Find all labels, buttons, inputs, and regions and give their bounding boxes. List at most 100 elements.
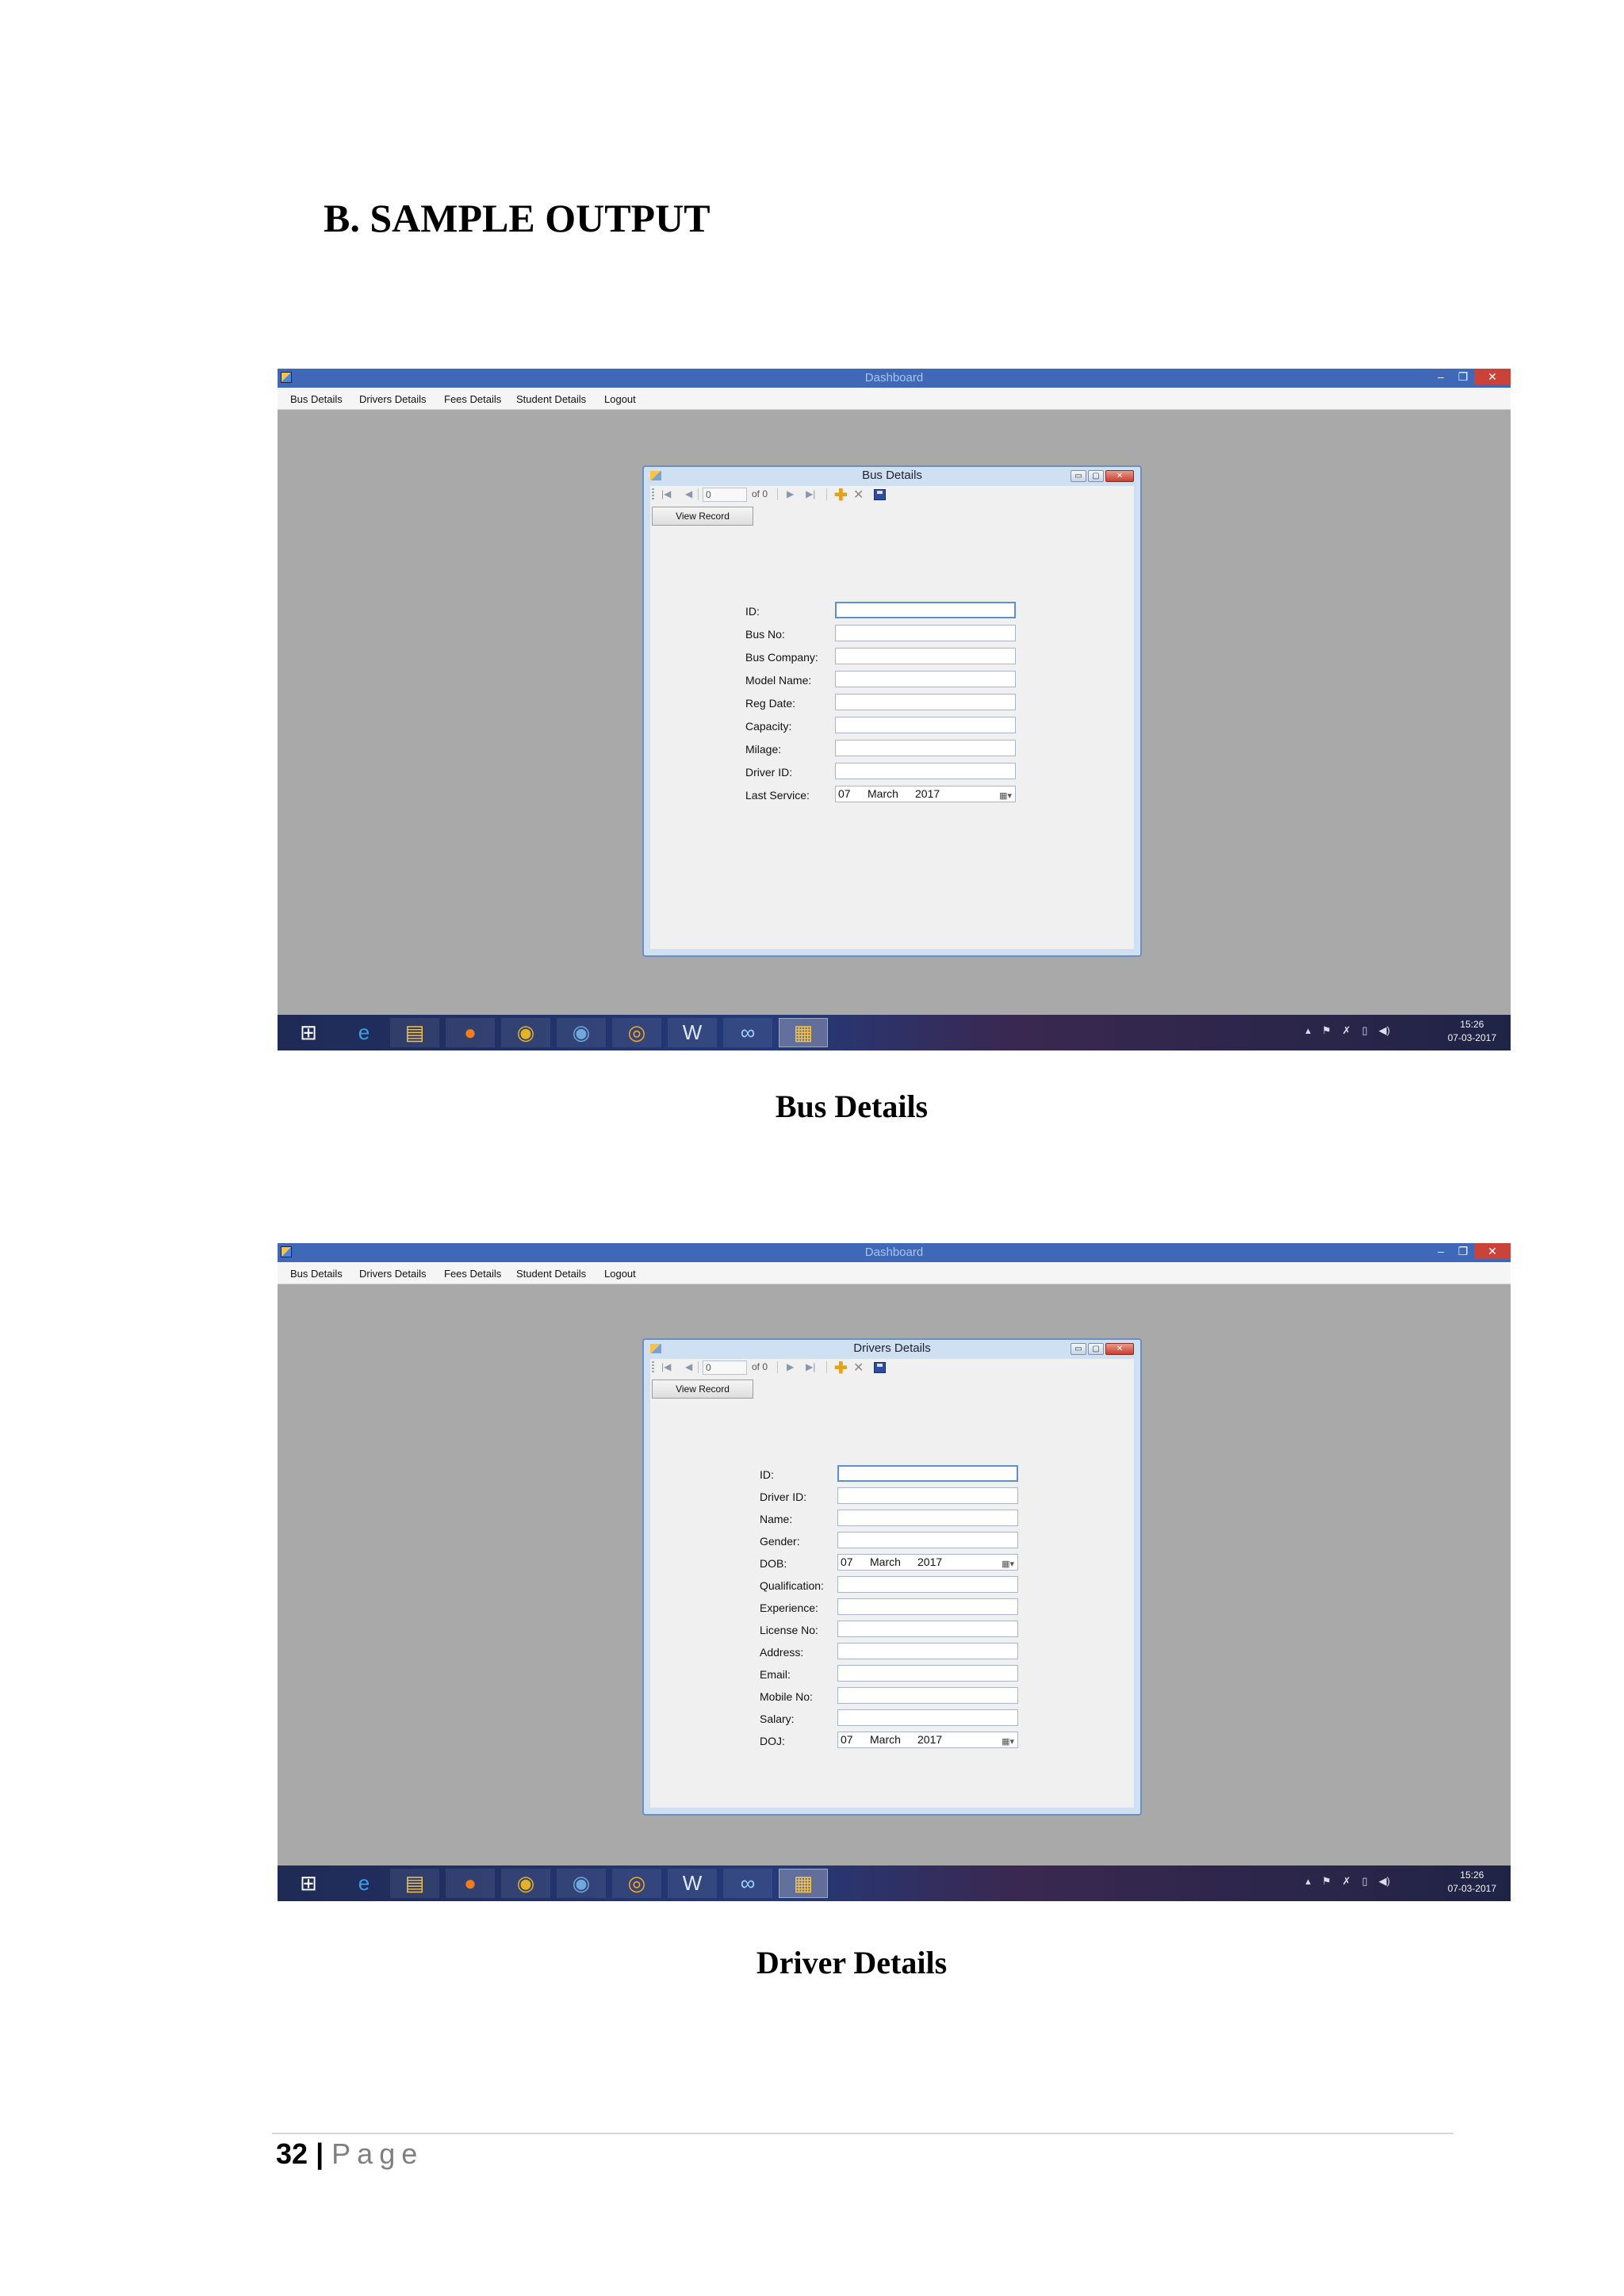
restore-button[interactable]: ❐ xyxy=(1452,1243,1474,1259)
internet-explorer-icon[interactable]: e xyxy=(339,1869,389,1898)
view-record-button[interactable]: View Record xyxy=(652,507,753,526)
browser-icon[interactable]: ◎ xyxy=(612,1018,661,1047)
save-icon[interactable] xyxy=(874,489,886,500)
menu-bus-details[interactable]: Bus Details xyxy=(290,1268,343,1280)
move-next-icon[interactable]: ▶ xyxy=(787,488,794,499)
dialog-maximize-button[interactable]: ▢ xyxy=(1088,470,1104,482)
action-center-icon[interactable]: ⚑ xyxy=(1322,1875,1331,1888)
view-record-button[interactable]: View Record xyxy=(652,1380,753,1399)
move-previous-icon[interactable]: ◀ xyxy=(685,488,692,499)
id-field[interactable] xyxy=(835,602,1016,618)
minimize-button[interactable]: – xyxy=(1430,1243,1452,1259)
battery-icon[interactable]: ▯ xyxy=(1362,1024,1368,1037)
reg-date-field[interactable] xyxy=(835,694,1016,710)
internet-explorer-icon[interactable]: e xyxy=(339,1018,389,1047)
taskbar-clock[interactable]: 15:26 07-03-2017 xyxy=(1448,1018,1496,1045)
qualification-field[interactable] xyxy=(837,1576,1018,1593)
menu-logout[interactable]: Logout xyxy=(604,393,636,405)
address-field[interactable] xyxy=(837,1643,1018,1659)
app-taskbar-icon[interactable]: ▦ xyxy=(779,1869,828,1898)
salary-field[interactable] xyxy=(837,1709,1018,1726)
move-first-icon[interactable]: |◀ xyxy=(661,488,671,499)
doj-datepicker[interactable]: 07 March 2017 ▦▾ xyxy=(837,1732,1018,1748)
chrome-icon[interactable]: ◉ xyxy=(501,1869,550,1898)
calendar-dropdown-icon[interactable]: ▦▾ xyxy=(999,789,1012,804)
close-button[interactable]: ✕ xyxy=(1474,1243,1511,1259)
menu-drivers-details[interactable]: Drivers Details xyxy=(359,393,427,405)
file-explorer-icon[interactable]: ▤ xyxy=(390,1869,439,1898)
windows-start-icon[interactable]: ⊞ xyxy=(284,1869,333,1898)
action-center-icon[interactable]: ⚑ xyxy=(1322,1024,1331,1037)
delete-icon[interactable]: ✕ xyxy=(853,487,864,503)
visual-studio-icon[interactable]: ∞ xyxy=(723,1869,772,1898)
last-service-datepicker[interactable]: 07 March 2017 ▦▾ xyxy=(835,786,1016,802)
menu-fees-details[interactable]: Fees Details xyxy=(444,1268,501,1280)
dob-datepicker[interactable]: 07 March 2017 ▦▾ xyxy=(837,1554,1018,1571)
visual-studio-icon[interactable]: ∞ xyxy=(723,1018,772,1047)
position-input[interactable]: 0 xyxy=(703,488,747,502)
dialog-minimize-button[interactable]: ▭ xyxy=(1071,470,1086,482)
capacity-field[interactable] xyxy=(835,717,1016,733)
browser-icon[interactable]: ◎ xyxy=(612,1869,661,1898)
firefox-icon[interactable]: ● xyxy=(446,1018,495,1047)
app-taskbar-icon[interactable]: ▦ xyxy=(779,1018,828,1047)
mobile-no-field[interactable] xyxy=(837,1687,1018,1704)
move-last-icon[interactable]: ▶| xyxy=(806,488,815,499)
menu-fees-details[interactable]: Fees Details xyxy=(444,393,501,405)
name-field[interactable] xyxy=(837,1510,1018,1526)
email-field[interactable] xyxy=(837,1665,1018,1682)
save-icon[interactable] xyxy=(874,1362,886,1373)
gender-field[interactable] xyxy=(837,1532,1018,1548)
menu-student-details[interactable]: Student Details xyxy=(516,1268,586,1280)
label-experience: Experience: xyxy=(760,1601,818,1614)
bus-no-field[interactable] xyxy=(835,625,1016,641)
move-previous-icon[interactable]: ◀ xyxy=(685,1361,692,1372)
firefox-icon[interactable]: ● xyxy=(446,1869,495,1898)
battery-icon[interactable]: ▯ xyxy=(1362,1875,1368,1888)
minimize-button[interactable]: – xyxy=(1430,369,1452,385)
position-input[interactable]: 0 xyxy=(703,1360,747,1375)
word-icon[interactable]: W xyxy=(668,1869,717,1898)
menu-bus-details[interactable]: Bus Details xyxy=(290,393,343,405)
chrome-icon[interactable]: ◉ xyxy=(501,1018,550,1047)
delete-icon[interactable]: ✕ xyxy=(853,1360,864,1376)
driver-id-field[interactable] xyxy=(835,763,1016,779)
windows-start-icon[interactable]: ⊞ xyxy=(284,1018,333,1047)
network-icon[interactable]: ✗ xyxy=(1342,1024,1351,1037)
milage-field[interactable] xyxy=(835,740,1016,756)
move-first-icon[interactable]: |◀ xyxy=(661,1361,671,1372)
move-last-icon[interactable]: ▶| xyxy=(806,1361,815,1372)
menu-drivers-details[interactable]: Drivers Details xyxy=(359,1268,427,1280)
chrome-canary-icon[interactable]: ◉ xyxy=(557,1018,606,1047)
menu-student-details[interactable]: Student Details xyxy=(516,393,586,405)
chrome-canary-icon[interactable]: ◉ xyxy=(557,1869,606,1898)
dialog-close-button[interactable]: ✕ xyxy=(1105,1343,1134,1355)
calendar-dropdown-icon[interactable]: ▦▾ xyxy=(1002,1735,1014,1750)
license-no-field[interactable] xyxy=(837,1621,1018,1637)
restore-button[interactable]: ❐ xyxy=(1452,369,1474,385)
network-icon[interactable]: ✗ xyxy=(1342,1875,1351,1888)
move-next-icon[interactable]: ▶ xyxy=(787,1361,794,1372)
add-new-icon[interactable]: ✚ xyxy=(834,485,848,505)
menu-logout[interactable]: Logout xyxy=(604,1268,636,1280)
grip-handle[interactable] xyxy=(652,1361,654,1374)
dialog-minimize-button[interactable]: ▭ xyxy=(1071,1343,1086,1355)
volume-icon[interactable]: ◀) xyxy=(1379,1024,1390,1037)
file-explorer-icon[interactable]: ▤ xyxy=(390,1018,439,1047)
id-field[interactable] xyxy=(837,1465,1018,1482)
grip-handle[interactable] xyxy=(652,488,654,501)
show-hidden-icons[interactable]: ▴ xyxy=(1305,1875,1311,1888)
model-name-field[interactable] xyxy=(835,671,1016,687)
calendar-dropdown-icon[interactable]: ▦▾ xyxy=(1002,1557,1014,1572)
driver-id-field[interactable] xyxy=(837,1487,1018,1504)
bus-company-field[interactable] xyxy=(835,648,1016,664)
close-button[interactable]: ✕ xyxy=(1474,369,1511,385)
add-new-icon[interactable]: ✚ xyxy=(834,1358,848,1378)
taskbar-clock[interactable]: 15:26 07-03-2017 xyxy=(1448,1869,1496,1896)
show-hidden-icons[interactable]: ▴ xyxy=(1305,1024,1311,1037)
experience-field[interactable] xyxy=(837,1598,1018,1615)
word-icon[interactable]: W xyxy=(668,1018,717,1047)
dialog-maximize-button[interactable]: ▢ xyxy=(1088,1343,1104,1355)
dialog-close-button[interactable]: ✕ xyxy=(1105,470,1134,482)
volume-icon[interactable]: ◀) xyxy=(1379,1875,1390,1888)
